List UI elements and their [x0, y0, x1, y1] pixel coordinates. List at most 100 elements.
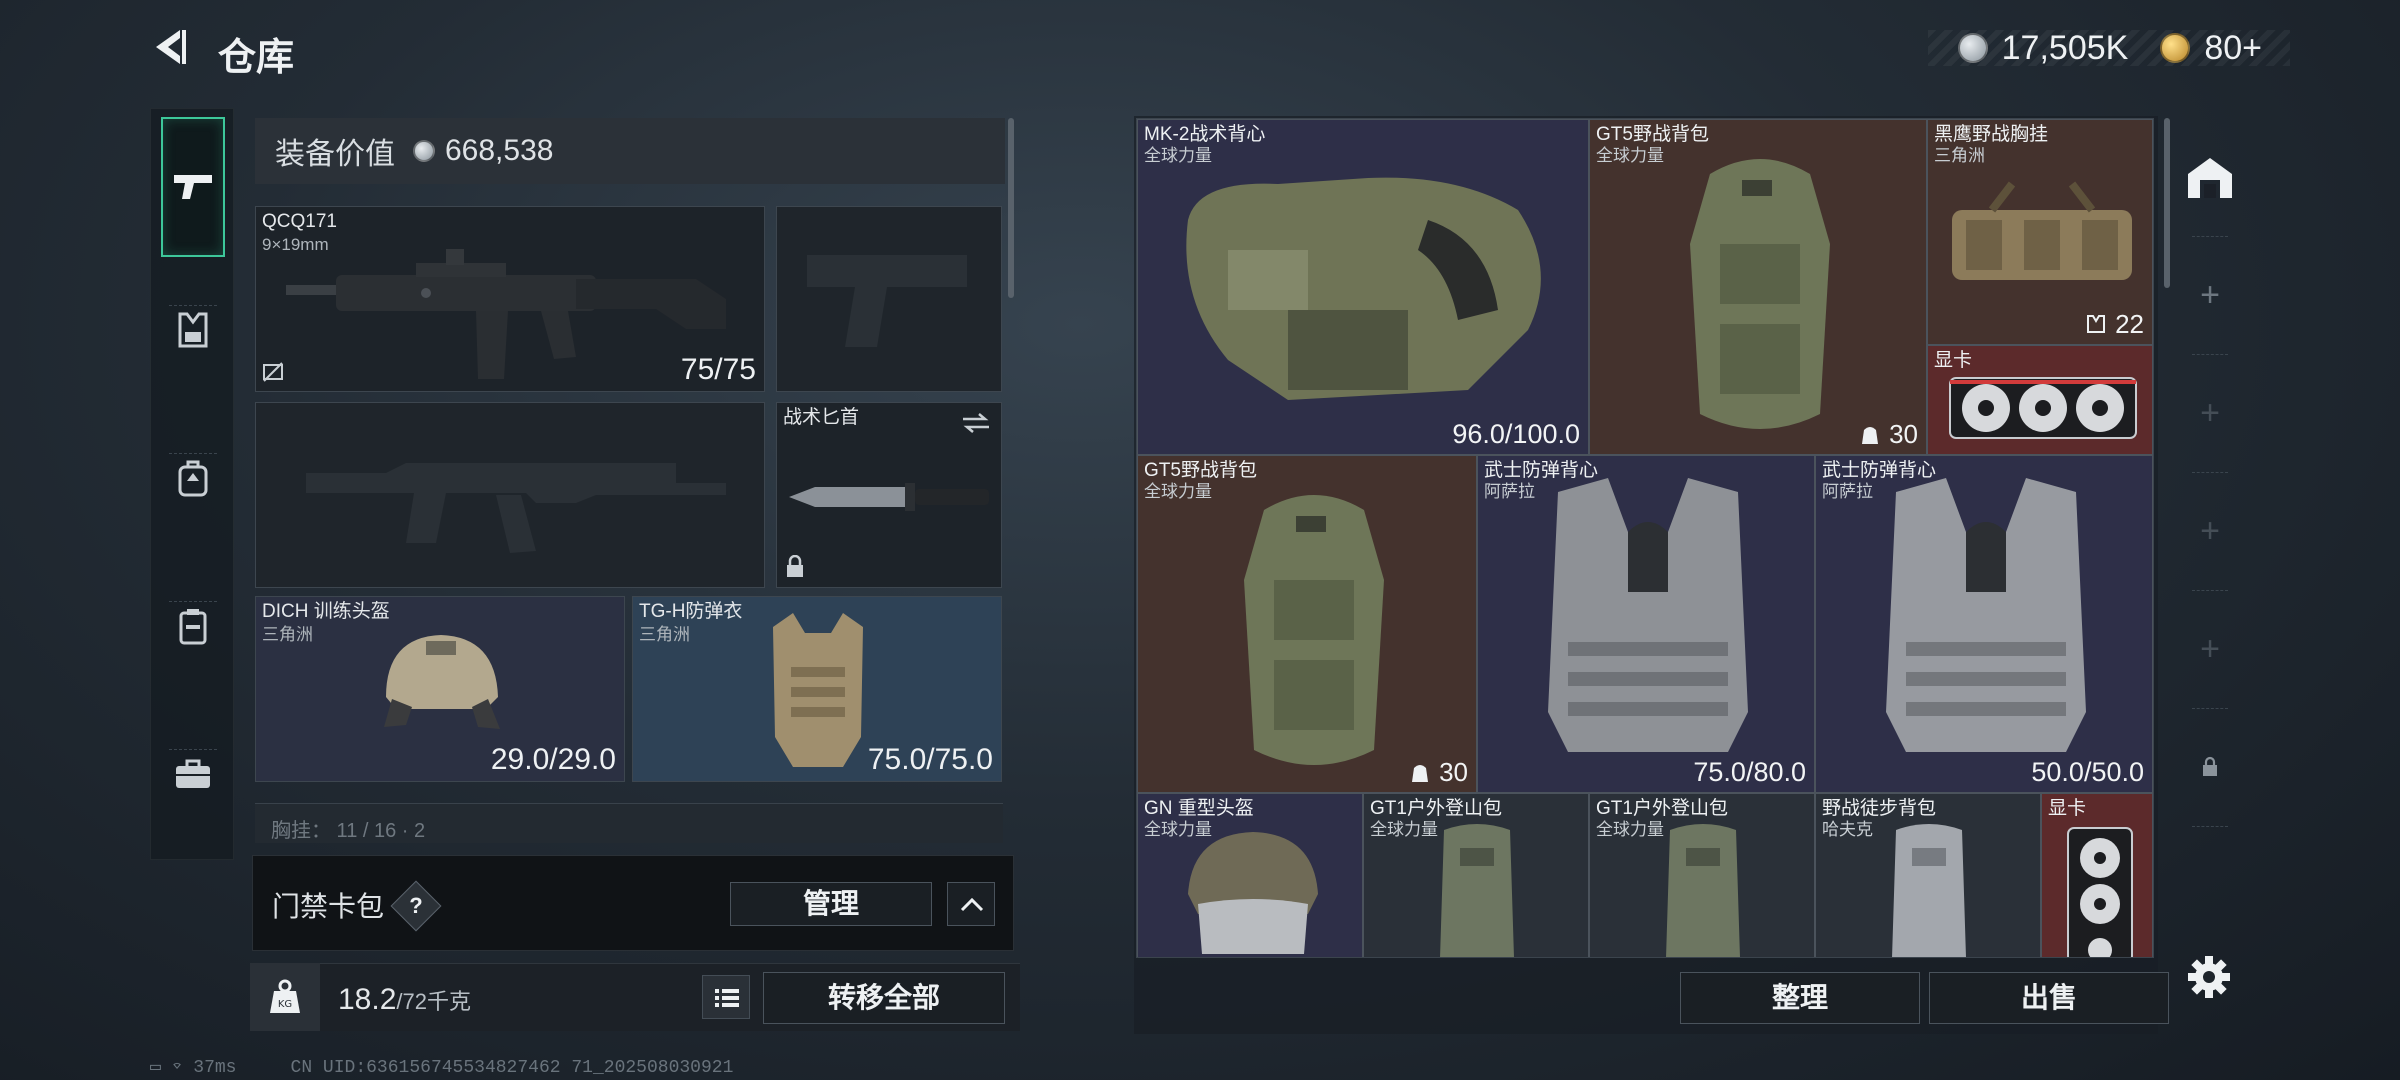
help-icon[interactable]: ? — [398, 888, 434, 924]
inventory-item[interactable]: GT1户外登山包 全球力量 — [1589, 793, 1815, 957]
backpack-image — [1666, 824, 1740, 957]
chest-rig-icon — [178, 312, 208, 348]
armor-name: TG-H防弹衣 — [639, 601, 743, 622]
nav-tab-chest-rig[interactable] — [161, 265, 225, 395]
inventory-item[interactable]: 武士防弹背心 阿萨拉 75.0/80.0 — [1477, 455, 1815, 793]
stash-tab-add-2[interactable]: + — [2178, 354, 2242, 472]
backpack-image — [1244, 495, 1384, 765]
chest-rig-summary[interactable]: 胸挂： 11 / 16 · 2 — [255, 803, 1003, 843]
weight-icon: KG — [270, 979, 300, 1013]
warehouse-icon — [2188, 158, 2232, 198]
weapon-ammo: 75/75 — [680, 353, 756, 386]
primary-weapon-slot[interactable]: QCQ171 9×19mm 75/75 — [255, 206, 765, 392]
nav-tab-briefcase[interactable] — [161, 709, 225, 839]
helmet-faction: 三角洲 — [262, 625, 313, 644]
stash-tab-locked[interactable] — [2178, 708, 2242, 826]
backpack-image — [1440, 824, 1514, 957]
status-bar: ▭ ⌔ 37ms CN UID:636156745534827462 71_20… — [150, 1058, 734, 1078]
weight-icon-box: KG — [250, 963, 320, 1031]
sort-button[interactable]: 整理 — [1680, 972, 1920, 1024]
nav-tab-backpack[interactable] — [161, 413, 225, 543]
sell-button[interactable]: 出售 — [1929, 972, 2169, 1024]
armor-durability: 75.0/75.0 — [867, 743, 993, 776]
knife-image — [789, 483, 989, 511]
list-icon — [715, 989, 739, 1007]
gpu-image — [1949, 377, 2137, 439]
backpack-image — [1892, 824, 1966, 957]
inventory-item[interactable]: 显卡 — [2041, 793, 2153, 957]
item-capacity: 22 — [2115, 309, 2144, 339]
item-durability: 75.0/80.0 — [1693, 757, 1806, 787]
no-insurance-icon — [263, 362, 283, 382]
currency-bar: 17,505K 80+ — [1927, 28, 2290, 68]
plus-icon: + — [2200, 275, 2220, 314]
nav-tab-safe-box[interactable] — [161, 561, 225, 691]
list-view-button[interactable] — [702, 975, 750, 1019]
transfer-all-button[interactable]: 转移全部 — [763, 972, 1005, 1024]
equipment-value-label: 装备价值 — [275, 138, 395, 171]
card-pack-label: 门禁卡包 — [272, 891, 385, 922]
melee-slot[interactable]: 战术匕首 — [776, 402, 1002, 588]
equipment-scrollbar[interactable] — [1008, 118, 1014, 298]
expand-button[interactable] — [947, 882, 995, 926]
container-icon — [179, 609, 207, 645]
item-durability: 96.0/100.0 — [1452, 419, 1580, 449]
helmet-slot[interactable]: DICH 训练头盔 三角洲 29.0/29.0 — [255, 596, 625, 782]
svg-text:KG: KG — [278, 999, 292, 1010]
page-title: 仓库 — [218, 37, 295, 79]
inventory-item[interactable]: GT1户外登山包 全球力量 — [1363, 793, 1589, 957]
item-durability: 50.0/50.0 — [2031, 757, 2144, 787]
helmet-durability: 29.0/29.0 — [490, 743, 616, 776]
secondary-weapon-slot-empty[interactable] — [255, 402, 765, 588]
capacity-icon — [1862, 427, 1878, 444]
lock-icon — [2203, 756, 2217, 776]
equipment-value-bar: 装备价值 668,538 — [255, 118, 1005, 184]
plus-icon: + — [2200, 511, 2220, 550]
stash-tab-nav: + + + + — [2178, 118, 2242, 958]
capacity-icon — [1412, 765, 1428, 782]
item-faction: 三角洲 — [1934, 146, 1985, 165]
stash-tab-add-4[interactable]: + — [2178, 590, 2242, 708]
helmet-image — [1188, 832, 1318, 954]
uid: CN UID:636156745534827462 71_20250803092… — [290, 1058, 734, 1078]
silver-balance: 17,505K — [2001, 28, 2129, 67]
inventory-item[interactable]: GT5野战背包 全球力量 30 — [1137, 455, 1477, 793]
back-icon[interactable] — [150, 26, 192, 68]
inventory-item[interactable]: 武士防弹背心 阿萨拉 50.0/50.0 — [1815, 455, 2153, 793]
item-faction: 全球力量 — [1596, 820, 1664, 839]
armor-slot[interactable]: TG-H防弹衣 三角洲 75.0/75.0 — [632, 596, 1002, 782]
backpack-image — [1690, 159, 1830, 429]
gpu-image — [2067, 827, 2133, 957]
gold-balance[interactable]: 80+ — [2204, 29, 2262, 68]
inventory-item[interactable]: GN 重型头盔 全球力量 — [1137, 793, 1363, 957]
stash-tab-add-3[interactable]: + — [2178, 472, 2242, 590]
inventory-item[interactable]: 野战徒步背包 哈夫克 — [1815, 793, 2041, 957]
smg-image — [286, 249, 726, 379]
gold-coin-icon — [2160, 33, 2191, 63]
item-name: 显卡 — [2048, 798, 2087, 819]
pistol-slot-empty[interactable] — [776, 206, 1002, 392]
chevron-up-icon — [960, 897, 984, 912]
stash-grid: MK-2战术背心 全球力量 96.0/100.0 GT5野战背包 全球力量 30… — [1136, 118, 2154, 958]
vest-image — [1186, 177, 1541, 400]
stash-tab-main[interactable] — [2178, 118, 2242, 236]
chest-rig-image — [1952, 181, 2132, 280]
stash-scrollbar[interactable] — [2164, 118, 2170, 288]
manage-button[interactable]: 管理 — [730, 882, 932, 926]
gear-icon[interactable] — [2186, 954, 2232, 1000]
inventory-item[interactable]: 黑鹰野战胸挂 三角洲 22 — [1927, 119, 2153, 345]
briefcase-icon — [176, 759, 210, 788]
rifle-silhouette-icon — [306, 463, 726, 553]
vest-image — [1886, 478, 2086, 752]
nav-tab-weapon[interactable] — [161, 117, 225, 257]
knife-name: 战术匕首 — [783, 407, 860, 428]
lock-icon — [787, 555, 803, 577]
stash-tab-add-1[interactable]: + — [2178, 236, 2242, 354]
inventory-item[interactable]: 显卡 — [1927, 345, 2153, 455]
swap-icon[interactable] — [961, 411, 991, 435]
silver-coin-icon — [413, 140, 435, 162]
inventory-item[interactable]: MK-2战术背心 全球力量 96.0/100.0 — [1137, 119, 1589, 455]
backpack-icon — [178, 460, 208, 497]
inventory-item[interactable]: GT5野战背包 全球力量 30 — [1589, 119, 1927, 455]
silver-coin-icon — [1957, 33, 1988, 63]
